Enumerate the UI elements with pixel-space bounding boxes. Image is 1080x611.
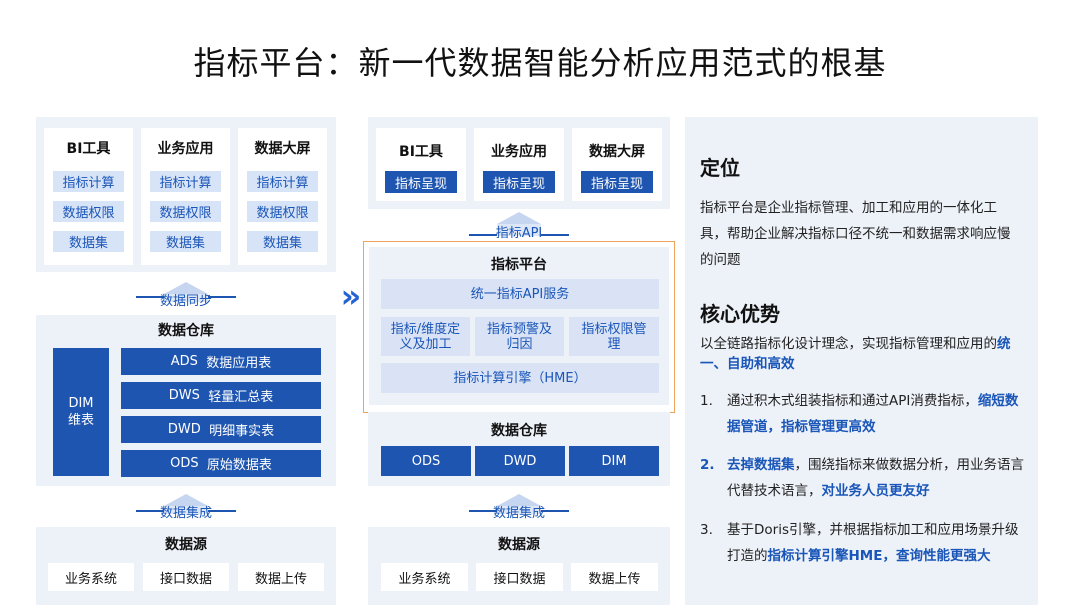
right-app-title: 数据大屏 xyxy=(589,144,645,160)
advantage-intro-text: 以全链路指标化设计理念，实现指标管理和应用的 xyxy=(700,336,997,352)
left-app-card-bi: BI工具 指标计算 数据权限 数据集 xyxy=(44,128,133,265)
layer-name: 数据应用表 xyxy=(206,356,272,371)
point-item: 基于Doris引擎，并根据指标加工和应用场景升级打造的指标计算引擎HME，查询性… xyxy=(727,517,1025,569)
left-source-item: 接口数据 xyxy=(143,563,229,591)
layer-dwd: DWD 明细事实表 xyxy=(121,416,321,443)
right-app-card-screen: 数据大屏 指标呈现 xyxy=(572,128,662,201)
point-item: 通过积木式组装指标和通过API消费指标，缩短数据管道，指标管理更高效 xyxy=(727,388,1025,440)
point-highlight: 指标计算引擎HME，查询性能更强大 xyxy=(767,548,991,564)
point-highlight: 对业务人员更友好 xyxy=(821,483,930,499)
right-app-item: 指标呈现 xyxy=(581,171,653,193)
point-number: 1. xyxy=(700,393,713,409)
layer-code: ODS xyxy=(170,456,199,471)
position-title: 定位 xyxy=(700,156,740,180)
point-item: 去掉数据集，围绕指标来做数据分析，用业务语言代替技术语言，对业务人员更友好 xyxy=(727,452,1025,504)
left-source-item: 业务系统 xyxy=(48,563,134,591)
page-title: 指标平台：新一代数据智能分析应用范式的根基 xyxy=(193,44,887,82)
left-app-title: 数据大屏 xyxy=(254,141,311,157)
layer-name: 明细事实表 xyxy=(209,424,275,439)
left-app-item: 指标计算 xyxy=(150,171,221,192)
right-app-card-business: 业务应用 指标呈现 xyxy=(474,128,564,201)
right-source-item: 业务系统 xyxy=(381,563,468,591)
left-app-item: 数据集 xyxy=(150,231,221,252)
layer-code: DWS xyxy=(168,388,200,403)
right-app-title: 业务应用 xyxy=(491,144,547,160)
left-app-item: 数据集 xyxy=(247,231,318,252)
point-text: 通过积木式组装指标和通过API消费指标， xyxy=(727,393,978,409)
advantage-title: 核心优势 xyxy=(700,302,780,326)
left-source-title: 数据源 xyxy=(165,537,207,553)
right-warehouse-title: 数据仓库 xyxy=(491,423,547,439)
left-app-item: 数据集 xyxy=(53,231,124,252)
advantage-intro: 以全链路指标化设计理念，实现指标管理和应用的统一、自助和高效 xyxy=(700,334,1018,374)
sync-label: 数据同步 xyxy=(159,294,212,309)
layer-name: 原始数据表 xyxy=(206,458,272,473)
left-app-item: 指标计算 xyxy=(53,171,124,192)
left-app-item: 数据权限 xyxy=(247,201,318,222)
right-app-item: 指标呈现 xyxy=(483,171,555,193)
right-app-card-bi: BI工具 指标呈现 xyxy=(376,128,466,201)
left-app-item: 数据权限 xyxy=(150,201,221,222)
feature-box: 指标/维度定义及加工 xyxy=(381,317,470,356)
api-service-box: 统一指标API服务 xyxy=(381,279,659,309)
layer-name: 轻量汇总表 xyxy=(208,390,274,405)
right-warehouse-item: DWD xyxy=(475,446,565,476)
left-app-card-screen: 数据大屏 指标计算 数据权限 数据集 xyxy=(238,128,327,265)
left-app-item: 指标计算 xyxy=(247,171,318,192)
left-warehouse-title: 数据仓库 xyxy=(158,323,214,339)
dim-box: DIM 维表 xyxy=(53,348,109,476)
point-number: 2. xyxy=(700,457,715,473)
left-app-item: 数据权限 xyxy=(53,201,124,222)
left-app-title: BI工具 xyxy=(66,141,111,157)
position-text: 指标平台是企业指标管理、加工和应用的一体化工具，帮助企业解决指标口径不统一和数据… xyxy=(700,200,1011,268)
layer-code: DWD xyxy=(167,422,201,437)
feature-box: 指标权限管理 xyxy=(569,317,659,356)
api-label: 指标API xyxy=(495,226,543,241)
right-warehouse-item: DIM xyxy=(569,446,659,476)
integrate-label: 数据集成 xyxy=(159,506,212,521)
feature-box: 指标预警及归因 xyxy=(475,317,564,356)
right-app-item: 指标呈现 xyxy=(385,171,457,193)
right-source-item: 接口数据 xyxy=(476,563,563,591)
layer-code: ADS xyxy=(170,354,198,369)
right-source-title: 数据源 xyxy=(498,537,540,553)
layer-ods: ODS 原始数据表 xyxy=(121,450,321,477)
layer-dws: DWS 轻量汇总表 xyxy=(121,382,321,409)
left-app-title: 业务应用 xyxy=(157,141,214,157)
layer-ads: ADS 数据应用表 xyxy=(121,348,321,375)
right-warehouse-item: ODS xyxy=(381,446,471,476)
platform-title: 指标平台 xyxy=(491,257,547,273)
left-app-card-business: 业务应用 指标计算 数据权限 数据集 xyxy=(141,128,230,265)
right-source-item: 数据上传 xyxy=(571,563,658,591)
point-lead-highlight: 去掉数据集 xyxy=(727,457,795,473)
left-source-item: 数据上传 xyxy=(238,563,324,591)
right-app-title: BI工具 xyxy=(399,144,443,160)
integrate-label: 数据集成 xyxy=(492,506,545,521)
engine-box: 指标计算引擎（HME） xyxy=(381,363,659,393)
point-number: 3. xyxy=(700,522,713,538)
